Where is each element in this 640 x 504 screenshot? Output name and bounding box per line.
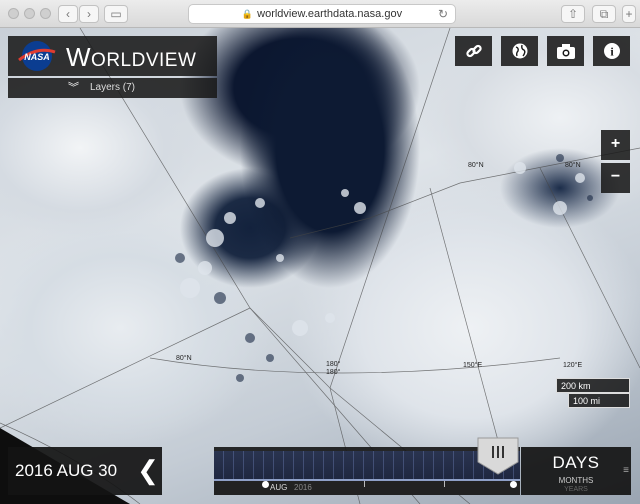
lat-label-right-1: 80°N xyxy=(468,162,484,169)
timeline-start-handle[interactable] xyxy=(262,481,269,488)
lat-label: 80°N xyxy=(176,355,192,362)
zoom-level-years[interactable]: YEARS xyxy=(521,486,631,493)
scale-km: 200 km xyxy=(556,378,630,393)
lon-label-150e: 150°E xyxy=(463,362,483,369)
sidebar-button[interactable]: ▭ xyxy=(104,5,128,23)
app-title: WORLDVIEW xyxy=(66,42,197,72)
browser-toolbar: ‹ › ▭ 🔒 worldview.earthdata.nasa.gov ↻ ⇧ … xyxy=(0,0,640,28)
info-button[interactable]: i xyxy=(593,36,630,66)
forward-button[interactable]: › xyxy=(79,5,99,23)
lock-icon: 🔒 xyxy=(241,9,254,19)
snapshot-button[interactable] xyxy=(547,36,584,66)
timeline-end-handle[interactable] xyxy=(510,481,517,488)
lat-label-right-2: 80°N xyxy=(565,162,581,169)
scale-mi: 100 mi xyxy=(568,393,630,408)
globe-icon xyxy=(512,43,527,59)
timeline-track[interactable]: AUG 2016 xyxy=(214,447,520,495)
tabs-button[interactable]: ⧉ xyxy=(592,5,616,23)
chevron-left-icon: ‹ xyxy=(66,7,70,21)
layers-toggle[interactable]: ︾ Layers (7) xyxy=(8,78,217,98)
share-icon: ⇧ xyxy=(567,7,579,21)
window-zoom-button[interactable] xyxy=(40,8,51,19)
window-close-button[interactable] xyxy=(8,8,19,19)
zoom-out-button[interactable]: − xyxy=(601,163,630,193)
zoom-level-months[interactable]: MONTHS xyxy=(521,476,631,485)
reload-icon[interactable]: ↻ xyxy=(438,5,448,23)
svg-text:NASA: NASA xyxy=(24,52,50,62)
hamburger-menu-icon[interactable]: ≡ xyxy=(623,465,629,476)
share-link-button[interactable] xyxy=(455,36,492,66)
back-button[interactable]: ‹ xyxy=(58,5,78,23)
lon-label-180: 180° 180° xyxy=(326,361,341,376)
zoom-level-selector[interactable]: DAYS MONTHS YEARS ≡ xyxy=(521,447,631,495)
layers-label: Layers (7) xyxy=(90,82,136,93)
timeline-guitarpick-handle[interactable] xyxy=(476,436,520,476)
worldview-logo[interactable]: NASA WORLDVIEW xyxy=(8,36,217,76)
sidebar-icon: ▭ xyxy=(110,7,122,21)
date-display[interactable]: 2016 AUG 30 xyxy=(8,447,134,495)
window-minimize-button[interactable] xyxy=(24,8,35,19)
link-icon xyxy=(465,44,482,57)
graticule xyxy=(0,28,640,504)
chevron-left-icon: ❮ xyxy=(137,455,159,485)
zoom-in-button[interactable]: + xyxy=(601,130,630,160)
url-text: worldview.earthdata.nasa.gov xyxy=(257,8,403,20)
timeline-data-bar xyxy=(214,451,520,479)
info-icon: i xyxy=(603,42,620,59)
year-label: 2016 xyxy=(294,483,312,492)
prev-day-button[interactable]: ❮ xyxy=(134,447,162,495)
projection-button[interactable] xyxy=(501,36,538,66)
nasa-logo-icon: NASA xyxy=(18,41,56,71)
tabs-icon: ⧉ xyxy=(599,7,609,21)
new-tab-button[interactable]: + xyxy=(622,5,636,23)
zoom-level-days[interactable]: DAYS xyxy=(521,453,631,473)
camera-icon xyxy=(556,43,575,59)
address-bar[interactable]: 🔒 worldview.earthdata.nasa.gov ↻ xyxy=(188,4,456,24)
satellite-map[interactable]: 80°N 180° 180° 150°E 120°E 80°N 80°N xyxy=(0,28,640,504)
chevron-right-icon: › xyxy=(87,7,91,21)
double-chevron-down-icon: ︾ xyxy=(68,82,79,94)
share-button[interactable]: ⇧ xyxy=(561,5,585,23)
month-label: AUG xyxy=(270,483,288,492)
lon-label-120e: 120°E xyxy=(563,362,583,369)
